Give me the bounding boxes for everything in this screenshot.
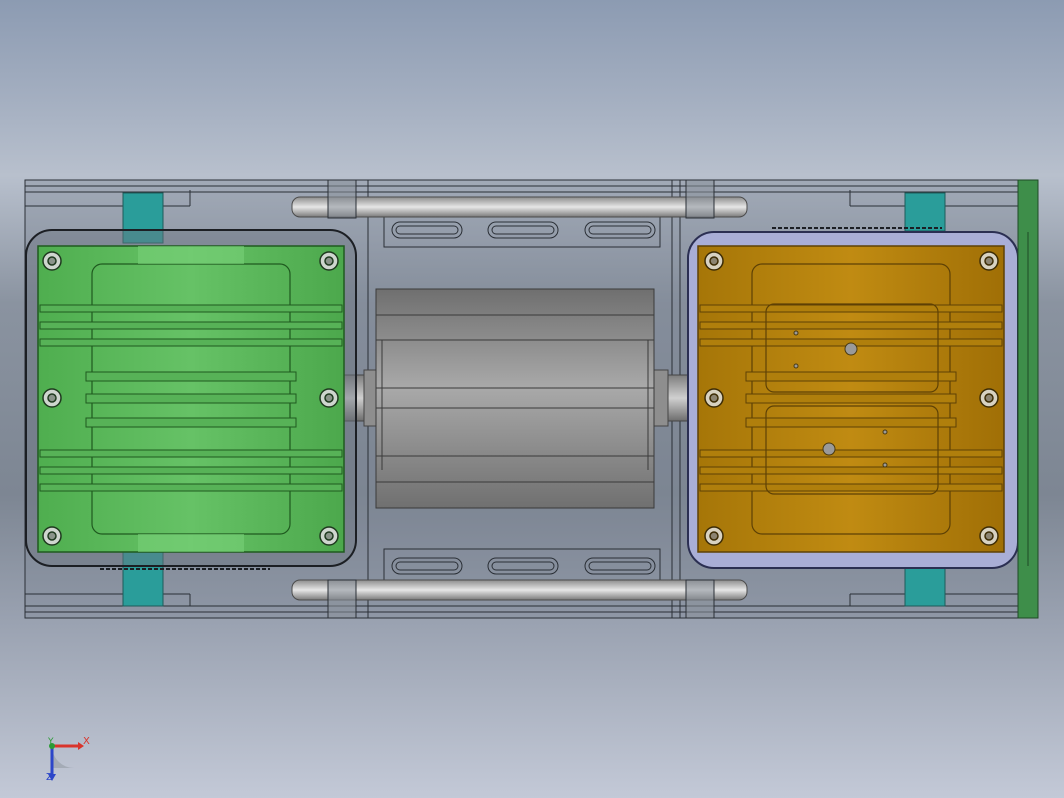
- left-end-plate: [25, 229, 357, 570]
- axis-triad: [48, 742, 84, 781]
- side-panel: [1017, 179, 1039, 619]
- axis-y-label: Y: [48, 737, 54, 747]
- axis-x-label: X: [83, 736, 90, 747]
- motor-body: [375, 288, 655, 509]
- cad-viewport[interactable]: X Y Z: [0, 0, 1064, 798]
- model-view[interactable]: [0, 0, 1064, 798]
- right-end-plate: [687, 227, 1019, 569]
- axis-z-label: Z: [46, 772, 53, 783]
